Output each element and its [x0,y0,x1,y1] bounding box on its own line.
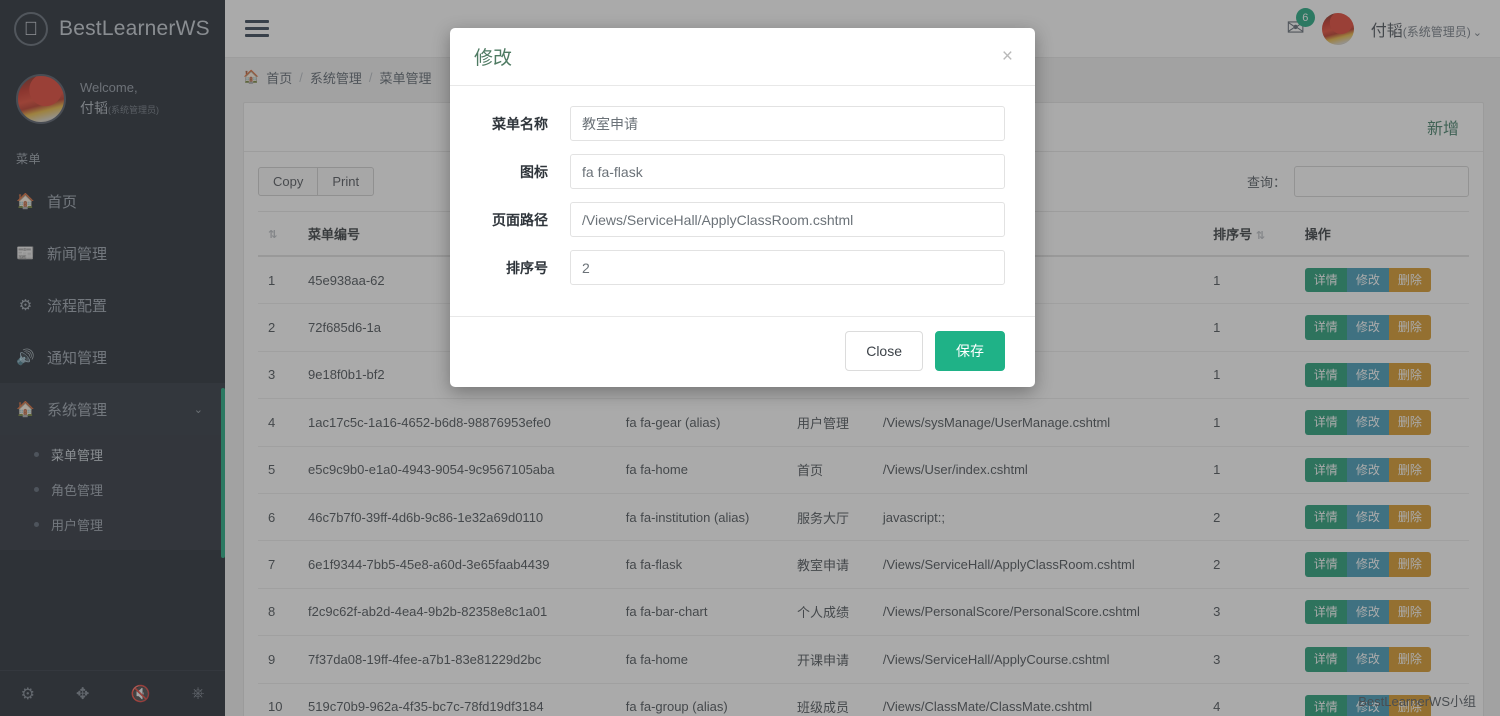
field-label: 排序号 [506,259,548,276]
modal-body: 菜单名称 图标 页面路径 排序号 [450,86,1035,316]
field-label: 菜单名称 [492,115,548,132]
edit-modal: 修改 × 菜单名称 图标 页面路径 排序号 Close 保存 [450,28,1035,387]
close-icon[interactable]: × [1002,47,1013,66]
save-button[interactable]: 保存 [935,331,1005,371]
order-input[interactable] [570,250,1005,285]
form-row-order: 排序号 [474,250,1005,285]
form-row-menu-name: 菜单名称 [474,106,1005,141]
modal-footer: Close 保存 [450,316,1035,387]
modal-header: 修改 × [450,28,1035,86]
page-path-input[interactable] [570,202,1005,237]
form-row-page-path: 页面路径 [474,202,1005,237]
icon-input[interactable] [570,154,1005,189]
close-button[interactable]: Close [845,331,923,371]
field-label: 图标 [520,163,548,180]
app-root:  BestLearnerWS Welcome, 付韬(系统管理员) 菜单 🏠 … [0,0,1500,716]
modal-title: 修改 [474,48,513,69]
field-label: 页面路径 [492,211,548,228]
menu-name-input[interactable] [570,106,1005,141]
form-row-icon: 图标 [474,154,1005,189]
